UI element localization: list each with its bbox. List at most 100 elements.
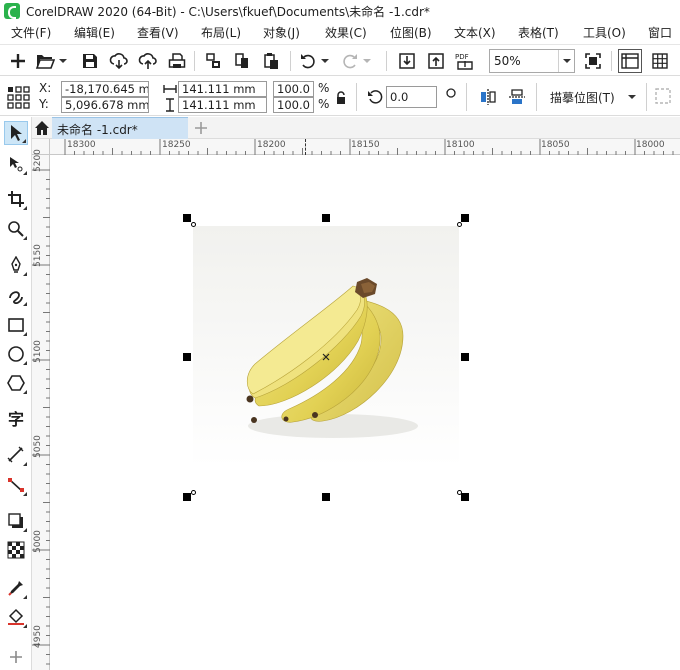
y-position-field[interactable]: 5,096.678 mm: [61, 97, 149, 113]
banana-bitmap[interactable]: [193, 226, 459, 467]
text-tool-icon: 字: [7, 410, 24, 429]
bitmap-node[interactable]: [191, 222, 196, 227]
standard-toolbar: PDF 50%: [0, 44, 680, 76]
scale-height-field[interactable]: 100.0: [273, 97, 314, 113]
bitmap-node[interactable]: [191, 490, 196, 495]
freehand-tool[interactable]: [4, 253, 28, 277]
ruler-label: 18000: [636, 140, 665, 150]
menu-object[interactable]: 对象(J): [263, 24, 300, 41]
document-tab-bar: 未命名 -1.cdr*: [32, 117, 680, 139]
text-tool[interactable]: 字: [4, 406, 28, 430]
cloud-upload-button[interactable]: [136, 49, 160, 73]
copy-button[interactable]: [230, 49, 254, 73]
cloud-download-button[interactable]: [107, 49, 131, 73]
chevron-down-icon: [321, 59, 329, 63]
document-tab[interactable]: 未命名 -1.cdr*: [52, 117, 188, 139]
ellipse-tool[interactable]: [4, 342, 28, 366]
selection-handle-bottom[interactable]: [322, 493, 330, 501]
menu-tools[interactable]: 工具(O): [583, 24, 626, 41]
chevron-down-icon: [363, 59, 371, 63]
undo-dropdown-button[interactable]: [318, 49, 332, 73]
zoom-level-select[interactable]: 50%: [489, 49, 575, 73]
ruler-label: 5050: [33, 435, 43, 458]
artistic-media-tool[interactable]: [4, 283, 28, 307]
show-rulers-button[interactable]: [618, 49, 642, 73]
mirror-vertical-button[interactable]: [505, 85, 529, 109]
menu-bitmaps[interactable]: 位图(B): [390, 24, 432, 41]
height-field[interactable]: 141.111 mm: [178, 97, 267, 113]
horizontal-ruler[interactable]: 18300 18250 18200 18150 18100 18050 1800…: [50, 139, 680, 155]
interactive-fill-tool[interactable]: [4, 605, 28, 629]
menu-text[interactable]: 文本(X): [454, 24, 496, 41]
menu-file[interactable]: 文件(F): [11, 24, 51, 41]
menu-table[interactable]: 表格(T): [518, 24, 559, 41]
open-button[interactable]: [33, 49, 57, 73]
polygon-tool[interactable]: [4, 371, 28, 395]
export-icon: [428, 53, 444, 69]
selection-handle-left[interactable]: [183, 353, 191, 361]
width-field[interactable]: 141.111 mm: [178, 81, 267, 97]
object-origin-icon[interactable]: [6, 85, 30, 109]
selection-handle-bottom-left[interactable]: [183, 493, 191, 501]
zoom-dropdown-button[interactable]: [558, 50, 574, 72]
scale-width-field[interactable]: 100.0: [273, 81, 314, 97]
export-button[interactable]: [424, 49, 448, 73]
new-document-button[interactable]: [6, 49, 30, 73]
copy-icon: [235, 53, 248, 68]
menu-effects[interactable]: 效果(C): [325, 24, 367, 41]
chevron-down-icon: [59, 59, 67, 63]
bitmap-node[interactable]: [457, 222, 462, 227]
print-button[interactable]: [165, 49, 189, 73]
center-x-icon[interactable]: [322, 353, 330, 361]
redo-dropdown-button[interactable]: [360, 49, 374, 73]
pick-tool[interactable]: [4, 121, 28, 145]
cloud-download-icon: [109, 53, 128, 70]
plus-icon: [195, 122, 207, 134]
menu-layout[interactable]: 布局(L): [201, 24, 241, 41]
zoom-tool[interactable]: [4, 217, 28, 241]
rectangle-tool[interactable]: [4, 313, 28, 337]
new-tab-button[interactable]: [192, 119, 210, 137]
full-screen-button[interactable]: [581, 49, 605, 73]
mirror-vertical-icon: [509, 89, 525, 104]
paste-button[interactable]: [259, 49, 283, 73]
open-dropdown-button[interactable]: [56, 49, 70, 73]
cut-button[interactable]: [201, 49, 225, 73]
crop-tool[interactable]: [4, 187, 28, 211]
ruler-label: 5100: [33, 340, 43, 363]
parallel-dimension-tool[interactable]: [4, 443, 28, 467]
vertical-ruler[interactable]: 5200 5150 5100 5050 5000 4950: [32, 149, 50, 670]
menu-edit[interactable]: 编辑(E): [74, 24, 115, 41]
mirror-horizontal-button[interactable]: [476, 85, 500, 109]
degree-icon: [446, 88, 456, 98]
publish-pdf-button[interactable]: PDF: [453, 49, 477, 73]
save-button[interactable]: [78, 49, 102, 73]
selection-handle-bottom-right[interactable]: [461, 493, 469, 501]
redo-button[interactable]: [338, 49, 362, 73]
undo-button[interactable]: [296, 49, 320, 73]
selection-handle-top[interactable]: [322, 214, 330, 222]
edit-bitmap-icon[interactable]: [654, 87, 672, 105]
transparency-tool[interactable]: [4, 538, 28, 562]
import-button[interactable]: [395, 49, 419, 73]
chevron-down-icon: [562, 59, 571, 63]
shape-tool[interactable]: [4, 152, 28, 176]
x-position-field[interactable]: -18,170.645 mm: [61, 81, 149, 97]
menu-view[interactable]: 查看(V): [137, 24, 179, 41]
add-tool-button[interactable]: [4, 645, 28, 669]
bitmap-node[interactable]: [457, 490, 462, 495]
lock-ratio-icon[interactable]: [335, 91, 347, 105]
welcome-home-tab[interactable]: [32, 117, 52, 138]
eyedropper-tool[interactable]: [4, 576, 28, 600]
menu-window[interactable]: 窗口: [648, 24, 672, 41]
selection-handle-right[interactable]: [461, 353, 469, 361]
vertical-ruler-ticks: [32, 169, 50, 665]
trace-bitmap-button[interactable]: 描摹位图(T): [544, 86, 644, 108]
selection-handle-top-right[interactable]: [461, 214, 469, 222]
rotation-angle-field[interactable]: 0.0: [386, 86, 437, 108]
selection-handle-top-left[interactable]: [183, 214, 191, 222]
show-grid-button[interactable]: [648, 49, 672, 73]
plus-icon: [11, 54, 25, 68]
drop-shadow-tool[interactable]: [4, 509, 28, 533]
connector-tool[interactable]: [4, 473, 28, 497]
